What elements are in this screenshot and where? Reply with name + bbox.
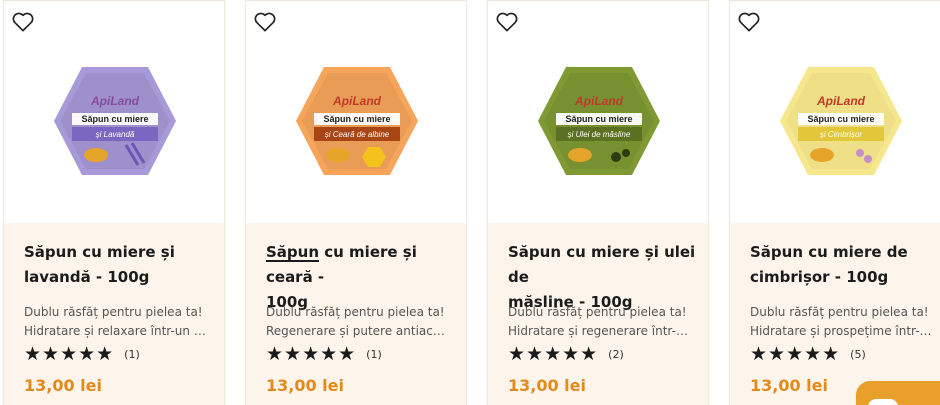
svg-text:ApiLand: ApiLand (574, 94, 624, 108)
star-rating-icons: ★★★★★ (508, 343, 599, 365)
product-title[interactable]: Săpun cu miere de cimbrișor - 100g (750, 240, 940, 290)
heart-outline-icon[interactable] (737, 11, 761, 33)
product-rating: ★★★★★ (1) (24, 343, 140, 365)
heart-outline-icon[interactable] (253, 11, 277, 33)
product-rating: ★★★★★ (2) (508, 343, 624, 365)
product-description: Dublu răsfăț pentru pielea ta! Hidratare… (24, 305, 208, 338)
product-card[interactable]: ApiLand Săpun cu miere și Ulei de măslin… (487, 0, 709, 405)
product-title[interactable]: Săpun cu miere și lavandă - 100g (24, 240, 214, 290)
svg-text:ApiLand: ApiLand (90, 94, 140, 108)
review-count: (2) (608, 347, 624, 361)
product-price: 13,00 lei (266, 376, 344, 395)
product-description: Dublu răsfăț pentru pielea ta! Hidratare… (508, 305, 692, 338)
product-image-area[interactable]: ApiLand Săpun cu miere și Lavandă (4, 0, 224, 223)
product-image[interactable]: ApiLand Săpun cu miere și Lavandă (52, 65, 178, 177)
product-price: 13,00 lei (750, 376, 828, 395)
product-card[interactable]: ApiLand Săpun cu miere și Cimbrișor Săpu… (729, 0, 940, 405)
svg-text:și Cimbrișor: și Cimbrișor (820, 130, 863, 139)
title-hover-underline: Săpun (266, 243, 320, 261)
chat-widget-button[interactable] (856, 381, 940, 405)
svg-text:ApiLand: ApiLand (816, 94, 866, 108)
review-count: (1) (366, 347, 382, 361)
review-count: (5) (850, 347, 866, 361)
product-image-area[interactable]: ApiLand Săpun cu miere și Ceară de albin… (246, 0, 466, 223)
svg-text:Săpun cu miere: Săpun cu miere (323, 114, 390, 124)
product-grid: ApiLand Săpun cu miere și Lavandă Săpun … (0, 0, 940, 405)
product-image[interactable]: ApiLand Săpun cu miere și Ulei de măslin… (536, 65, 662, 177)
svg-text:ApiLand: ApiLand (332, 94, 382, 108)
heart-outline-icon[interactable] (11, 11, 35, 33)
product-description: Dublu răsfăț pentru pielea ta! Hidratare… (750, 305, 934, 338)
product-description: Dublu răsfăț pentru pielea ta! Regenerar… (266, 305, 450, 338)
product-rating: ★★★★★ (5) (750, 343, 866, 365)
star-rating-icons: ★★★★★ (266, 343, 357, 365)
product-price: 13,00 lei (24, 376, 102, 395)
product-image[interactable]: ApiLand Săpun cu miere și Cimbrișor (778, 65, 904, 177)
product-rating: ★★★★★ (1) (266, 343, 382, 365)
product-image-area[interactable]: ApiLand Săpun cu miere și Ulei de măslin… (488, 0, 708, 223)
svg-text:Săpun cu miere: Săpun cu miere (807, 114, 874, 124)
product-card[interactable]: ApiLand Săpun cu miere și Lavandă Săpun … (3, 0, 225, 405)
product-image-area[interactable]: ApiLand Săpun cu miere și Cimbrișor (730, 0, 940, 223)
star-rating-icons: ★★★★★ (750, 343, 841, 365)
product-card[interactable]: ApiLand Săpun cu miere și Ceară de albin… (245, 0, 467, 405)
chat-icon (868, 399, 898, 405)
svg-text:Săpun cu miere: Săpun cu miere (81, 114, 148, 124)
product-price: 13,00 lei (508, 376, 586, 395)
svg-text:și Lavandă: și Lavandă (96, 130, 135, 139)
heart-outline-icon[interactable] (495, 11, 519, 33)
svg-text:și Ulei de măsline: și Ulei de măsline (568, 130, 631, 139)
product-image[interactable]: ApiLand Săpun cu miere și Ceară de albin… (294, 65, 420, 177)
svg-text:și Ceară de albine: și Ceară de albine (325, 130, 390, 139)
review-count: (1) (124, 347, 140, 361)
star-rating-icons: ★★★★★ (24, 343, 115, 365)
svg-text:Săpun cu miere: Săpun cu miere (565, 114, 632, 124)
